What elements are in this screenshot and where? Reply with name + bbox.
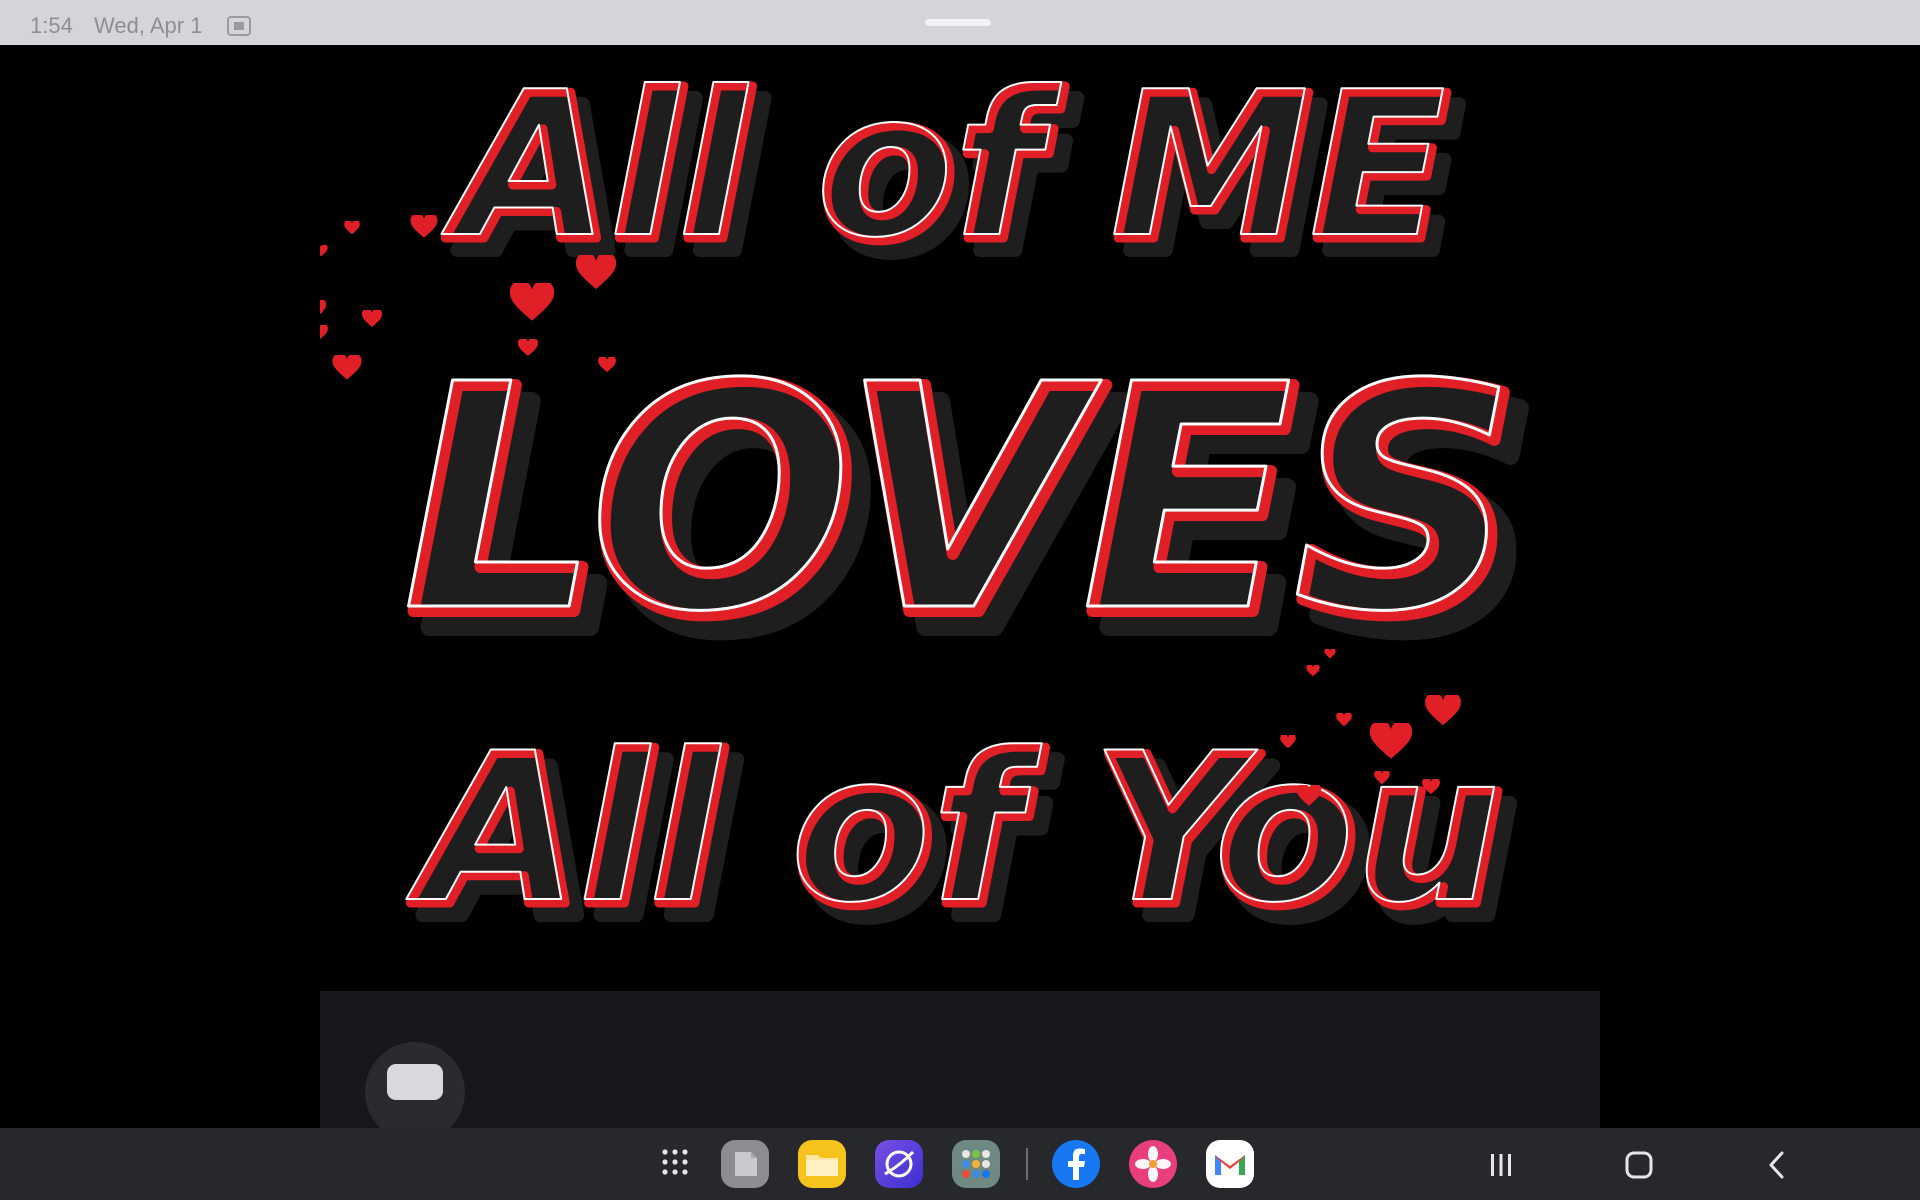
gmail-icon[interactable] [1206, 1140, 1254, 1188]
gallery-icon[interactable] [1129, 1140, 1177, 1188]
all-of-me-artwork: All of ME All of ME All of ME LOVES LOVE… [320, 48, 1546, 971]
screenshot-icon [227, 16, 251, 36]
chat-icon [387, 1064, 443, 1100]
status-time: 1:54 [30, 13, 73, 38]
browser-icon[interactable] [875, 1140, 923, 1188]
image-viewer: All of ME All of ME All of ME LOVES LOVE… [0, 45, 1920, 1128]
home-icon[interactable] [1622, 1148, 1656, 1182]
floating-action-button[interactable] [365, 1042, 465, 1128]
folder-icon[interactable] [798, 1140, 846, 1188]
taskbar-divider [1026, 1148, 1028, 1180]
artwork-line-3: All of You All of You All of You [405, 709, 1524, 971]
recents-icon[interactable] [1484, 1148, 1518, 1182]
svg-text:All of ME: All of ME [441, 49, 1445, 282]
facebook-icon[interactable] [1052, 1140, 1100, 1188]
back-icon[interactable] [1761, 1148, 1795, 1182]
bottom-panel [320, 991, 1600, 1128]
svg-text:LOVES: LOVES [402, 319, 1516, 680]
taskbar [0, 1128, 1920, 1200]
svg-text:All of You: All of You [406, 710, 1501, 948]
notes-icon[interactable] [721, 1140, 769, 1188]
apps-grid-icon[interactable] [661, 1148, 689, 1176]
status-bar: 1:54 Wed, Apr 1 [0, 0, 1920, 45]
app-folder-icon[interactable] [952, 1140, 1000, 1188]
status-date: Wed, Apr 1 [94, 13, 203, 38]
drag-handle[interactable] [925, 19, 991, 26]
artwork-line-2: LOVES LOVES LOVES [401, 318, 1546, 711]
